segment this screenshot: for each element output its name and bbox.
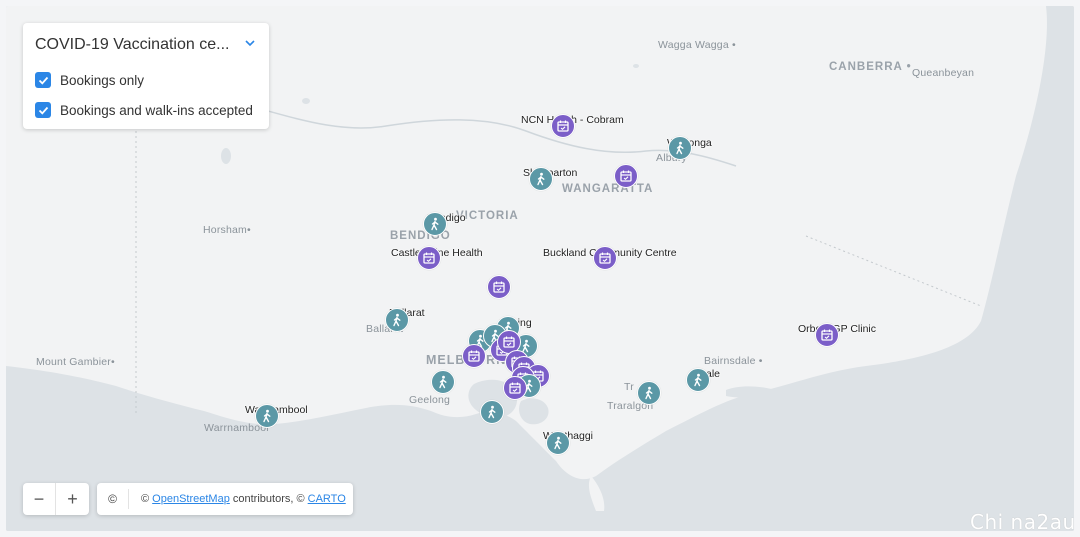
legend-panel: COVID-19 Vaccination ce... Bookings only… xyxy=(23,23,269,129)
walking-person-icon xyxy=(393,313,401,327)
marker-bookings-only[interactable] xyxy=(487,275,511,299)
calendar-icon xyxy=(493,281,505,293)
marker-walkins-accepted[interactable] xyxy=(686,368,710,392)
legend-option-walkins[interactable]: Bookings and walk-ins accepted xyxy=(35,102,253,118)
checkbox-bookings-only[interactable] xyxy=(35,72,51,88)
attribution-toggle-icon[interactable]: © xyxy=(97,489,129,509)
place-bairnsdale: Bairnsdale • xyxy=(704,355,763,367)
walking-person-icon xyxy=(488,405,496,419)
marker-walkins-accepted[interactable] xyxy=(546,431,570,455)
chevron-down-icon[interactable] xyxy=(243,36,257,50)
marker-bookings-only[interactable] xyxy=(815,323,839,347)
osm-link[interactable]: OpenStreetMap xyxy=(152,493,230,505)
marker-bookings-only[interactable] xyxy=(593,246,617,270)
marker-bookings-only[interactable] xyxy=(614,164,638,188)
attribution-text: © OpenStreetMap contributors, © CARTO xyxy=(141,493,346,505)
marker-walkins-accepted[interactable] xyxy=(668,136,692,160)
zoom-out-button[interactable]: − xyxy=(23,483,56,515)
place-wagga: Wagga Wagga • xyxy=(658,39,736,51)
marker-walkins-accepted[interactable] xyxy=(255,404,279,428)
legend-option-label: Bookings only xyxy=(60,72,145,88)
marker-bookings-only[interactable] xyxy=(551,114,575,138)
check-icon xyxy=(38,76,48,85)
zoom-in-button[interactable]: + xyxy=(56,483,89,515)
walking-person-icon xyxy=(439,375,447,389)
calendar-icon xyxy=(821,329,833,341)
place-wangaratta: WANGARATTA xyxy=(562,183,654,195)
calendar-icon xyxy=(468,350,480,362)
legend-option-label: Bookings and walk-ins accepted xyxy=(60,102,253,118)
walking-person-icon xyxy=(263,409,271,423)
legend-option-bookings-only[interactable]: Bookings only xyxy=(35,72,144,88)
calendar-icon xyxy=(509,382,521,394)
marker-walkins-accepted[interactable] xyxy=(431,370,455,394)
marker-bookings-only[interactable] xyxy=(503,376,527,400)
place-queanbeyan: Queanbeyan xyxy=(912,67,975,79)
marker-walkins-accepted[interactable] xyxy=(385,308,409,332)
calendar-icon xyxy=(620,170,632,182)
walking-person-icon xyxy=(694,373,702,387)
place-tr: Tr xyxy=(624,381,634,393)
attribution-bar: © © OpenStreetMap contributors, © CARTO xyxy=(97,483,353,515)
legend-title[interactable]: COVID-19 Vaccination ce... xyxy=(35,36,229,54)
marker-walkins-accepted[interactable] xyxy=(423,212,447,236)
walking-person-icon xyxy=(676,141,684,155)
marker-bookings-only[interactable] xyxy=(462,344,486,368)
walking-person-icon xyxy=(537,172,545,186)
carto-link[interactable]: CARTO xyxy=(308,493,346,505)
calendar-icon xyxy=(599,252,611,264)
walking-person-icon xyxy=(431,217,439,231)
place-geelong: Geelong xyxy=(409,394,451,406)
walking-person-icon xyxy=(554,436,562,450)
place-mount-gambier: Mount Gambier• xyxy=(36,356,115,368)
calendar-icon xyxy=(423,252,435,264)
watermark: Chi na2au xyxy=(970,510,1076,534)
calendar-icon xyxy=(503,336,515,348)
calendar-icon xyxy=(557,120,569,132)
place-canberra: CANBERRA • xyxy=(829,61,912,73)
place-horsham: Horsham• xyxy=(203,224,251,236)
marker-walkins-accepted[interactable] xyxy=(480,400,504,424)
marker-walkins-accepted[interactable] xyxy=(637,381,661,405)
walking-person-icon xyxy=(645,386,653,400)
checkbox-walkins[interactable] xyxy=(35,102,51,118)
zoom-control: − + xyxy=(23,483,89,515)
marker-walkins-accepted[interactable] xyxy=(529,167,553,191)
check-icon xyxy=(38,106,48,115)
marker-bookings-only[interactable] xyxy=(417,246,441,270)
